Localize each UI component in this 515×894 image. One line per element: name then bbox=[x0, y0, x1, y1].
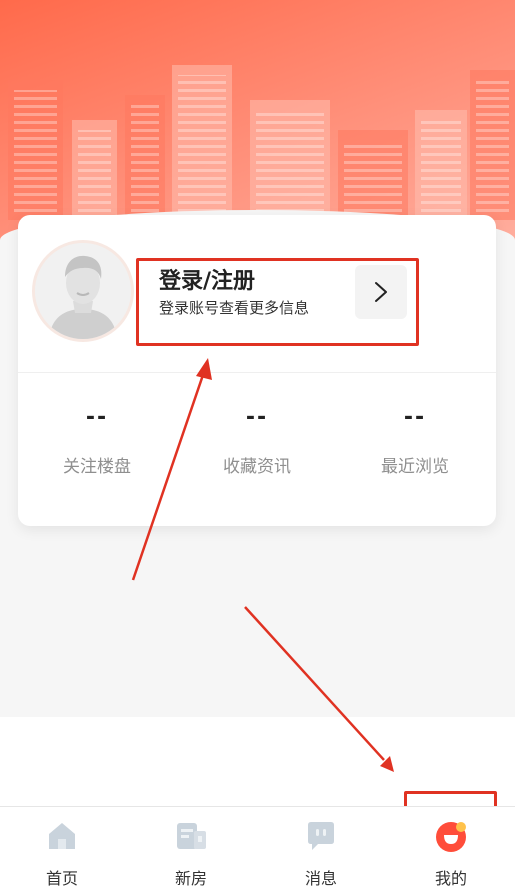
home-icon bbox=[49, 823, 75, 849]
city-skyline-illustration bbox=[0, 60, 515, 220]
stat-label: 最近浏览 bbox=[381, 457, 449, 477]
stat-label: 收藏资讯 bbox=[223, 457, 291, 477]
building-icon bbox=[177, 823, 206, 849]
stat-recently-viewed[interactable]: -- 最近浏览 bbox=[345, 405, 485, 477]
tab-new-homes[interactable]: 新房 bbox=[141, 819, 241, 889]
profile-icon bbox=[436, 822, 466, 852]
tab-messages[interactable]: 消息 bbox=[271, 819, 371, 889]
tab-label: 我的 bbox=[434, 869, 467, 888]
tab-label: 消息 bbox=[304, 869, 337, 888]
stat-followed-properties[interactable]: -- 关注楼盘 bbox=[27, 405, 167, 477]
avatar[interactable] bbox=[32, 240, 134, 342]
stat-saved-news[interactable]: -- 收藏资讯 bbox=[187, 405, 327, 477]
bottom-tab-bar: 首页 新房 消息 我的 bbox=[0, 806, 515, 894]
arrow-head-icon bbox=[380, 756, 394, 772]
stat-value: -- bbox=[85, 405, 109, 430]
default-avatar-icon bbox=[35, 243, 131, 339]
tab-home[interactable]: 首页 bbox=[12, 819, 112, 889]
stat-value: -- bbox=[403, 405, 427, 430]
card-divider bbox=[18, 372, 496, 373]
stat-label: 关注楼盘 bbox=[63, 457, 131, 477]
tab-me[interactable]: 我的 bbox=[401, 819, 501, 889]
login-highlight-box bbox=[136, 258, 419, 346]
tab-label: 新房 bbox=[174, 869, 207, 888]
tab-label: 首页 bbox=[45, 869, 78, 888]
message-icon bbox=[308, 822, 334, 850]
stat-value: -- bbox=[245, 405, 269, 430]
